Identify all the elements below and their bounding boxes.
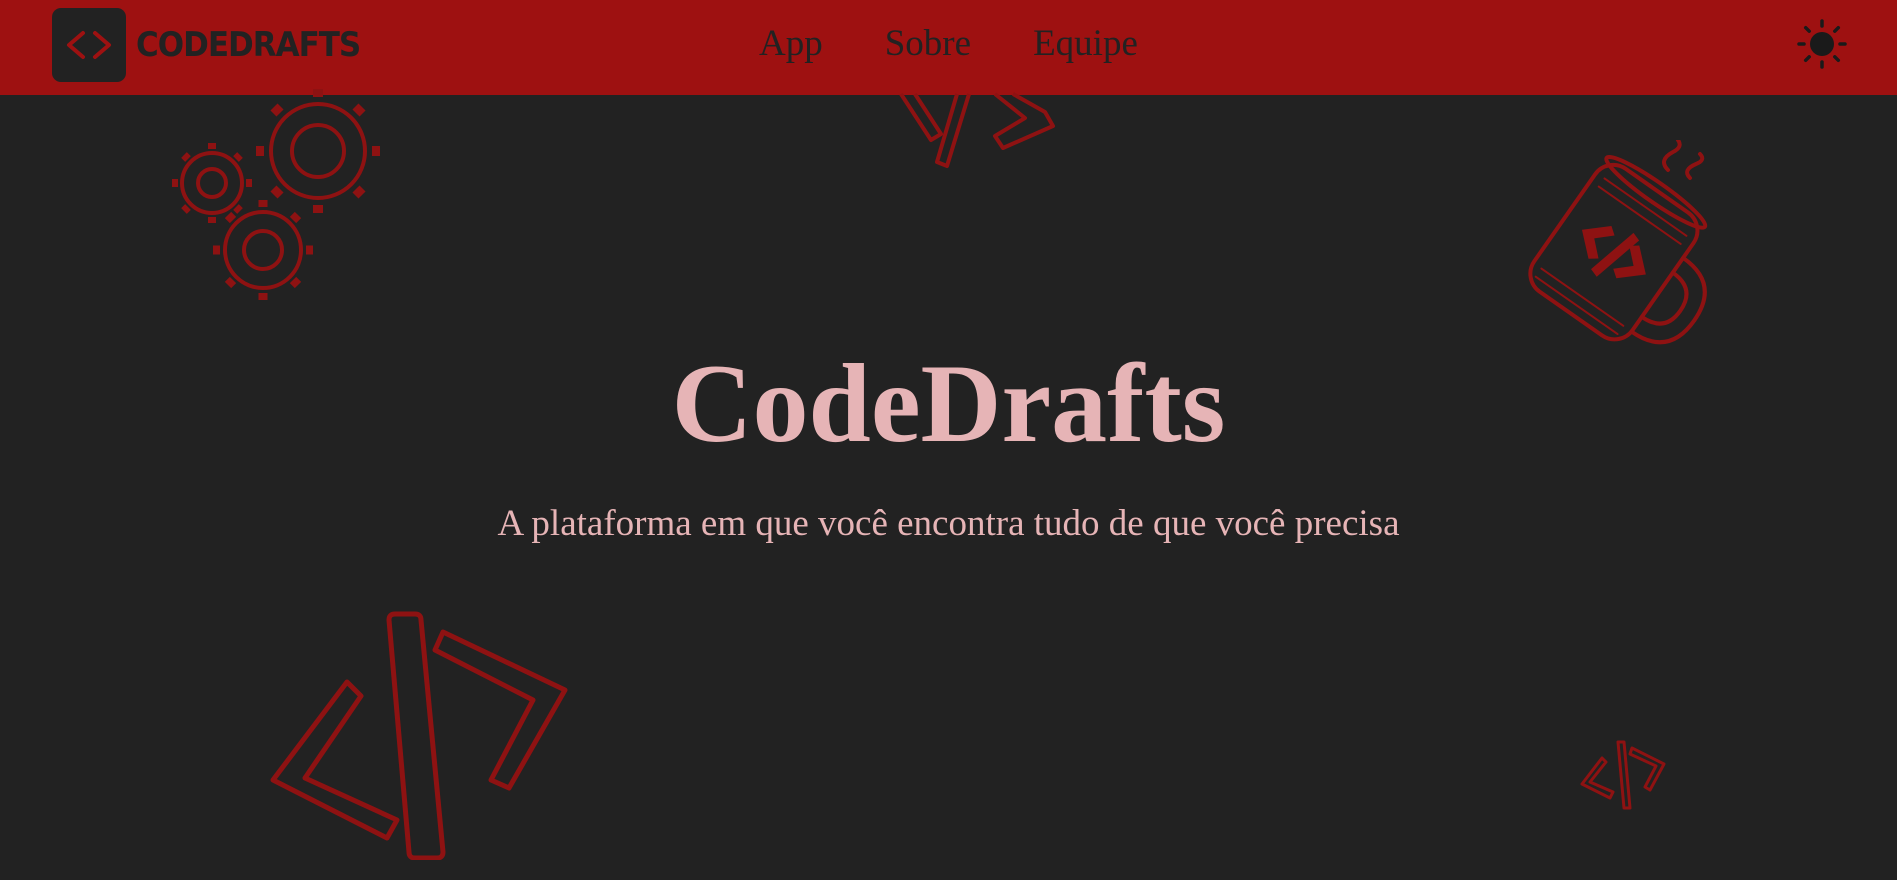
code-slash-icon (1580, 740, 1666, 810)
brand-name: CODEDRAFTS (136, 25, 361, 65)
main-nav: App Sobre Equipe (759, 22, 1138, 65)
hero-title: CodeDrafts (671, 342, 1226, 466)
coffee-mug-icon (1528, 140, 1708, 345)
code-slash-icon (270, 611, 568, 860)
gears-icon (172, 89, 380, 300)
theme-toggle-button[interactable] (1796, 18, 1848, 70)
navbar: CODEDRAFTS App Sobre Equipe (0, 0, 1897, 95)
nav-link-sobre[interactable]: Sobre (885, 22, 971, 65)
hero-subtitle: A plataforma em que você encontra tudo d… (497, 503, 1400, 544)
nav-link-equipe[interactable]: Equipe (1033, 22, 1138, 65)
nav-link-app[interactable]: App (759, 22, 823, 65)
code-brackets-icon (52, 8, 126, 82)
code-slash-icon (899, 92, 1055, 168)
brand-logo[interactable]: CODEDRAFTS (52, 8, 361, 82)
sun-icon (1797, 19, 1847, 69)
